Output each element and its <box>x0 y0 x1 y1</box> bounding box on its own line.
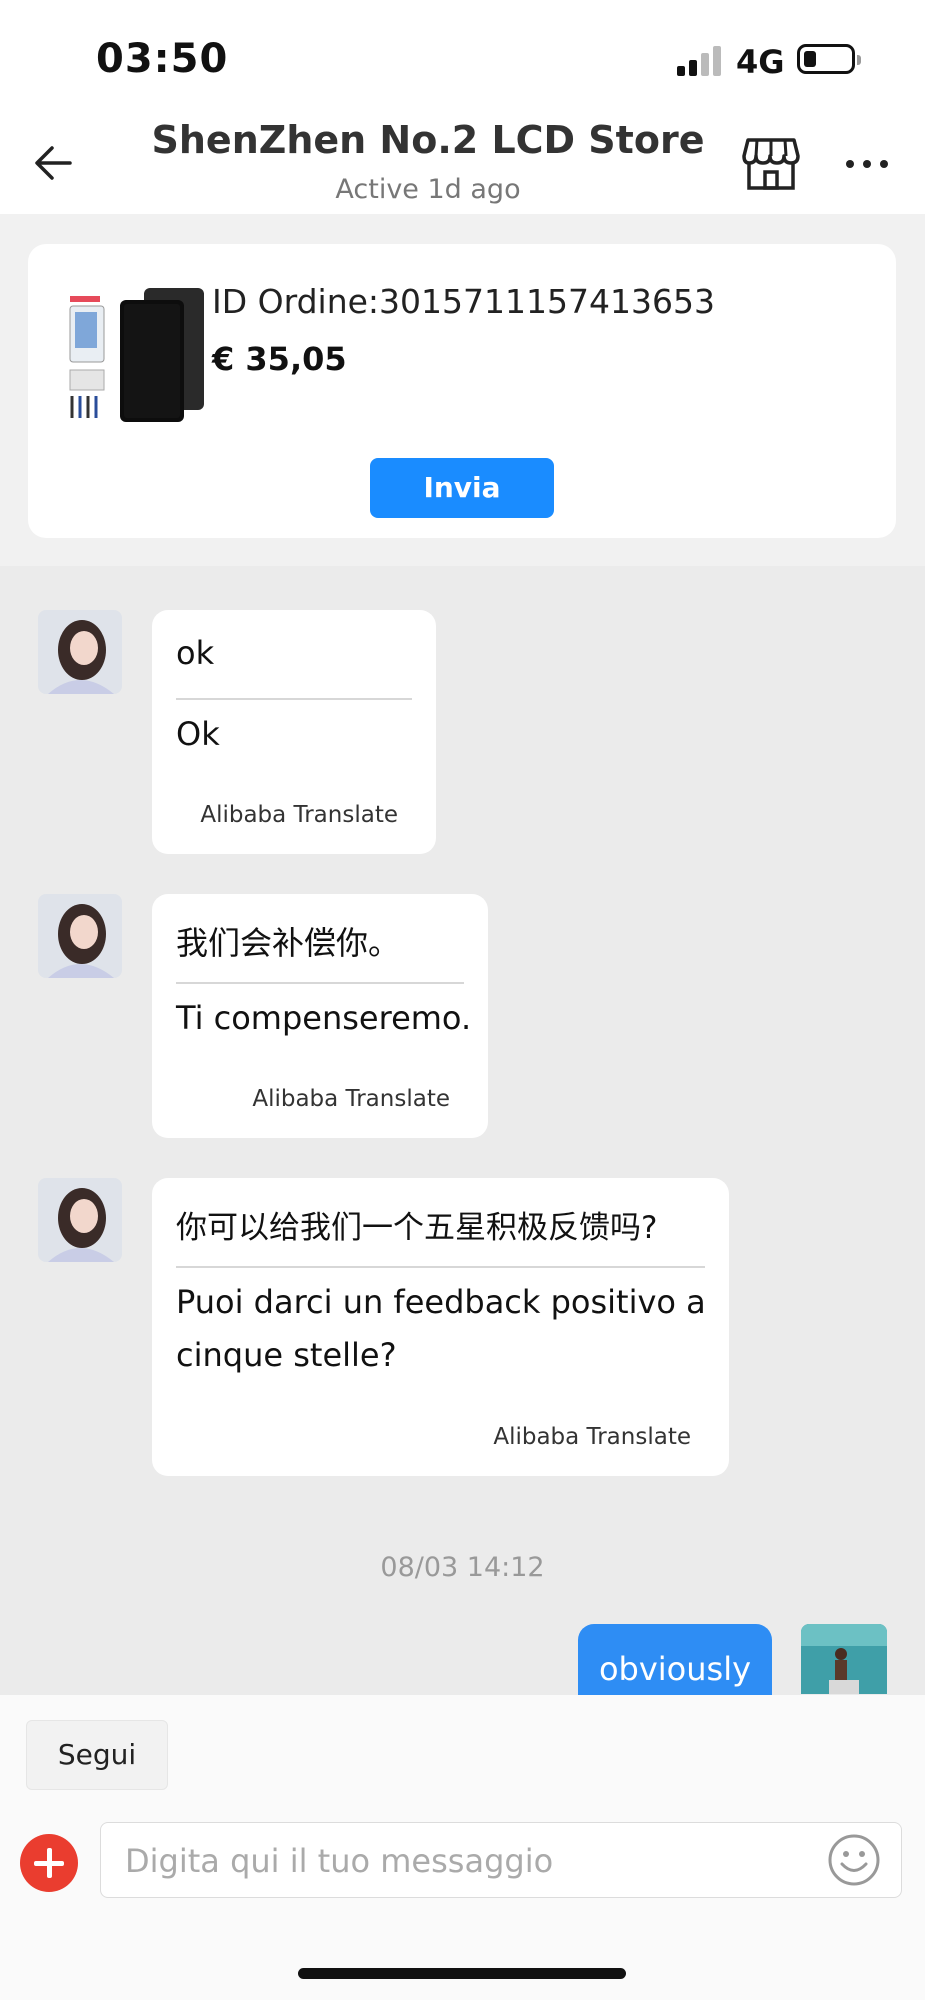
active-status: Active 1d ago <box>335 174 521 205</box>
translation-divider <box>176 982 464 984</box>
send-order-button[interactable]: Invia <box>370 458 554 518</box>
translation-credit: Alibaba Translate <box>200 802 398 828</box>
message-translation-text: Puoi darci un feedback positivo a cinque… <box>176 1276 706 1382</box>
follow-button[interactable]: Segui <box>26 1720 168 1790</box>
translation-line: Puoi darci un feedback positivo a <box>176 1283 706 1321</box>
plus-icon[interactable] <box>20 1834 78 1892</box>
order-section: ID Ordine:3015711157413653 € 35,05 Invia <box>0 214 925 566</box>
status-time: 03:50 <box>96 36 229 82</box>
emoji-icon[interactable] <box>827 1833 881 1887</box>
order-id: ID Ordine:3015711157413653 <box>212 282 715 321</box>
message-input-box[interactable] <box>100 1822 902 1898</box>
my-avatar[interactable] <box>801 1624 887 1694</box>
signal-icon <box>677 46 725 76</box>
product-thumbnail[interactable] <box>62 286 212 422</box>
message-bubble[interactable]: 我们会补偿你。 Ti compenseremo. Alibaba Transla… <box>152 894 488 1138</box>
seller-avatar[interactable] <box>38 610 122 694</box>
translation-credit: Alibaba Translate <box>252 1086 450 1112</box>
my-message-bubble[interactable]: obviously <box>578 1624 772 1704</box>
message-original-text: 你可以给我们一个五星积极反馈吗? <box>176 1210 658 1246</box>
translation-line: cinque stelle? <box>176 1336 397 1374</box>
order-card[interactable]: ID Ordine:3015711157413653 € 35,05 Invia <box>28 244 896 538</box>
translation-divider <box>176 698 412 700</box>
message-bubble[interactable]: ok Ok Alibaba Translate <box>152 610 436 854</box>
status-bar: 03:50 4G <box>0 0 925 110</box>
seller-avatar[interactable] <box>38 894 122 978</box>
order-price: € 35,05 <box>212 340 347 378</box>
store-icon[interactable] <box>742 136 800 192</box>
network-type: 4G <box>736 43 785 81</box>
message-original-text: 我们会补偿你。 <box>176 924 401 962</box>
more-icon[interactable] <box>842 154 892 174</box>
message-translation-text: Ok <box>176 715 220 753</box>
translation-credit: Alibaba Translate <box>493 1424 691 1450</box>
message-timestamp: 08/03 14:12 <box>380 1552 545 1583</box>
message-bubble[interactable]: 你可以给我们一个五星积极反馈吗? Puoi darci un feedback … <box>152 1178 729 1476</box>
message-translation-text: Ti compenseremo. <box>176 999 472 1037</box>
composer-panel: Segui <box>0 1695 925 2000</box>
message-input[interactable] <box>123 1835 807 1887</box>
my-message-text: obviously <box>598 1650 752 1688</box>
home-indicator <box>298 1968 626 1979</box>
battery-icon <box>797 44 861 74</box>
seller-avatar[interactable] <box>38 1178 122 1262</box>
translation-divider <box>176 1266 705 1268</box>
chat-header: ShenZhen No.2 LCD Store Active 1d ago <box>0 110 925 214</box>
message-original-text: ok <box>176 634 215 672</box>
store-name[interactable]: ShenZhen No.2 LCD Store <box>0 118 856 162</box>
